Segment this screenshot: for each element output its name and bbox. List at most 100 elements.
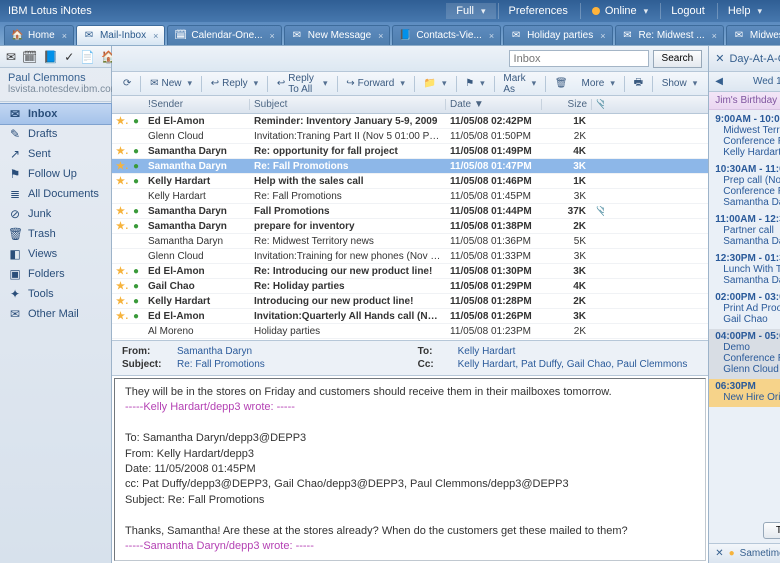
calendar-event[interactable]: 06:30PMNew Hire Orientation (709, 379, 780, 407)
flag-button[interactable]: ⚑ (460, 76, 490, 91)
message-row[interactable]: ★●Kelly HardartIntroducing our new produ… (112, 294, 708, 309)
tab-holiday-parties[interactable]: ✉Holiday parties× (503, 25, 612, 45)
col-size[interactable]: Size (542, 99, 592, 110)
star-icon: ★ (112, 311, 128, 322)
sidebar-item-views[interactable]: ◧Views (0, 244, 111, 264)
message-row[interactable]: ★●Kelly HardartHelp with the sales call1… (112, 174, 708, 189)
collapse-icon[interactable]: ✕ (715, 52, 724, 65)
preview-body[interactable]: They will be in the stores on Friday and… (114, 378, 706, 561)
message-row[interactable]: ★●Samantha DarynFall Promotions11/05/08 … (112, 204, 708, 219)
close-icon[interactable]: × (600, 31, 605, 41)
tab-icon: ✉ (622, 30, 634, 42)
refresh-button[interactable]: ⟳ (118, 76, 136, 91)
prev-day-button[interactable]: ◀ (715, 76, 723, 87)
close-icon[interactable]: × (378, 31, 383, 41)
message-subject: Introducing our new product line! (250, 296, 446, 307)
message-row[interactable]: Glenn CloudInvitation:Traning Part II (N… (112, 129, 708, 144)
sidebar-item-label: Drafts (28, 128, 57, 140)
today-button[interactable]: Today (763, 522, 780, 539)
print-button[interactable]: 🖶 (629, 73, 648, 94)
sidebar-item-other-mail[interactable]: ✉Other Mail (0, 304, 111, 324)
message-row[interactable]: ★●Ed El-AmonInvitation:Quarterly All Han… (112, 309, 708, 324)
tab-contacts-vie-[interactable]: 📘Contacts-Vie...× (392, 25, 501, 45)
reply-button[interactable]: ↩Reply (206, 76, 264, 91)
forward-button[interactable]: ↪Forward (341, 76, 410, 91)
folder-icon: 🗑 (8, 227, 22, 241)
delete-button[interactable]: 🗑 (550, 76, 573, 91)
message-subject: Help with the sales call (250, 176, 446, 187)
close-icon[interactable]: × (712, 31, 717, 41)
message-row[interactable]: Al MorenoHoliday parties11/05/08 01:23PM… (112, 324, 708, 339)
close-icon[interactable]: × (489, 31, 494, 41)
reply-all-button[interactable]: ↩Reply To All (272, 71, 333, 97)
sidebar-item-all-documents[interactable]: ≣All Documents (0, 184, 111, 204)
sametime-contacts-title: Sametime Contacts (740, 548, 780, 559)
sidebar-item-tools[interactable]: ✦Tools (0, 284, 111, 304)
attachment-icon: 📎 (592, 206, 604, 217)
close-icon[interactable]: × (153, 31, 158, 41)
message-row[interactable]: ★●Samantha Darynprepare for inventory11/… (112, 219, 708, 234)
notebook-icon[interactable]: 📄 (80, 50, 95, 64)
calendar-icon[interactable]: 🗓 (22, 50, 37, 64)
message-row[interactable]: ★●Gail ChaoRe: Holiday parties11/05/08 0… (112, 279, 708, 294)
col-date[interactable]: Date ▼ (446, 99, 542, 110)
col-attachment[interactable]: 📎 (592, 99, 604, 110)
menu-logout[interactable]: Logout (660, 3, 715, 19)
markas-button[interactable]: Mark As (498, 71, 541, 97)
calendar-event[interactable]: 9:00AM - 10:00AMMidwest Territory Planni… (709, 112, 780, 162)
calendar-event[interactable]: 12:30PM - 01:30PMLunch With TeamSamantha… (709, 251, 780, 290)
sidebar-item-drafts[interactable]: ✎Drafts (0, 124, 111, 144)
move-button[interactable]: 📁 (419, 76, 452, 91)
message-row[interactable]: ★●Samantha DarynRe: Fall Promotions11/05… (112, 159, 708, 174)
event-line: New Hire Orientation (715, 392, 780, 403)
sidebar-item-sent[interactable]: ↗Sent (0, 144, 111, 164)
message-row[interactable]: ★●Ed El-AmonReminder: Inventory January … (112, 114, 708, 129)
menu-help[interactable]: Help (717, 3, 772, 19)
new-button[interactable]: ✉New (145, 76, 197, 91)
star-icon: ★ (112, 116, 128, 127)
menu-online[interactable]: Online (580, 3, 658, 19)
contacts-expand-icon[interactable]: ✕ (715, 548, 723, 559)
sidebar-item-follow-up[interactable]: ⚑Follow Up (0, 164, 111, 184)
calendar-event[interactable]: 02:00PM - 03:00PMPrint Ad Proofs DueGail… (709, 290, 780, 329)
show-button[interactable]: Show (657, 76, 703, 91)
message-subject: Re: Fall Promotions (250, 191, 446, 202)
calendar-event[interactable]: 04:00PM - 05:00PMDemoConference Room 224… (709, 329, 780, 379)
event-line: Print Ad Proofs Due (715, 303, 780, 314)
message-row[interactable]: Samantha DarynRe: Midwest Territory news… (112, 234, 708, 249)
tab-mail-inbox[interactable]: ✉Mail-Inbox× (76, 25, 165, 45)
tab-home[interactable]: 🏠Home× (4, 25, 74, 45)
sidebar-item-label: All Documents (28, 188, 99, 200)
tab-calendar-one-[interactable]: 🗓Calendar-One...× (167, 25, 281, 45)
calendar-event[interactable]: 11:00AM - 12:30PMPartner callSamantha Da… (709, 212, 780, 251)
sidebar-item-label: Junk (28, 208, 51, 220)
message-size: 4K (542, 281, 592, 292)
sidebar-item-inbox[interactable]: ✉Inbox (0, 104, 111, 124)
search-input[interactable] (509, 50, 649, 67)
search-button[interactable]: Search (653, 50, 703, 68)
mail-icon[interactable]: ✉ (6, 50, 16, 64)
calendar-event[interactable]: 10:30AM - 11:00AMPrep call (Nov 5)Confer… (709, 162, 780, 212)
tab-new-message[interactable]: ✉New Message× (284, 25, 391, 45)
event-time: 12:30PM - 01:30PM (715, 253, 780, 264)
message-row[interactable]: ★●Ed El-AmonRe: Introducing our new prod… (112, 264, 708, 279)
tab-re-midwest-[interactable]: ✉Re: Midwest ...× (615, 25, 724, 45)
event-line: Samantha Daryn (715, 275, 780, 286)
col-subject[interactable]: Subject (250, 99, 446, 110)
more-button[interactable]: More (577, 76, 620, 91)
menu-preferences[interactable]: Preferences (498, 3, 578, 19)
close-icon[interactable]: × (62, 31, 67, 41)
contacts-icon[interactable]: 📘 (43, 50, 58, 64)
message-row[interactable]: Kelly HardartRe: Fall Promotions11/05/08… (112, 189, 708, 204)
sidebar-item-folders[interactable]: ▣Folders (0, 264, 111, 284)
menu-full[interactable]: Full (446, 3, 495, 19)
message-sender: Kelly Hardart (144, 296, 250, 307)
col-sender[interactable]: !Sender (144, 99, 250, 110)
message-row[interactable]: ★●Samantha DarynRe: opportunity for fall… (112, 144, 708, 159)
todo-icon[interactable]: ✓ (64, 50, 74, 64)
tab-midwest-terri-[interactable]: ✉Midwest Terri...× (726, 25, 780, 45)
sidebar-item-trash[interactable]: 🗑Trash (0, 224, 111, 244)
sidebar-item-junk[interactable]: ⊘Junk (0, 204, 111, 224)
message-row[interactable]: Glenn CloudInvitation:Training for new p… (112, 249, 708, 264)
close-icon[interactable]: × (270, 31, 275, 41)
